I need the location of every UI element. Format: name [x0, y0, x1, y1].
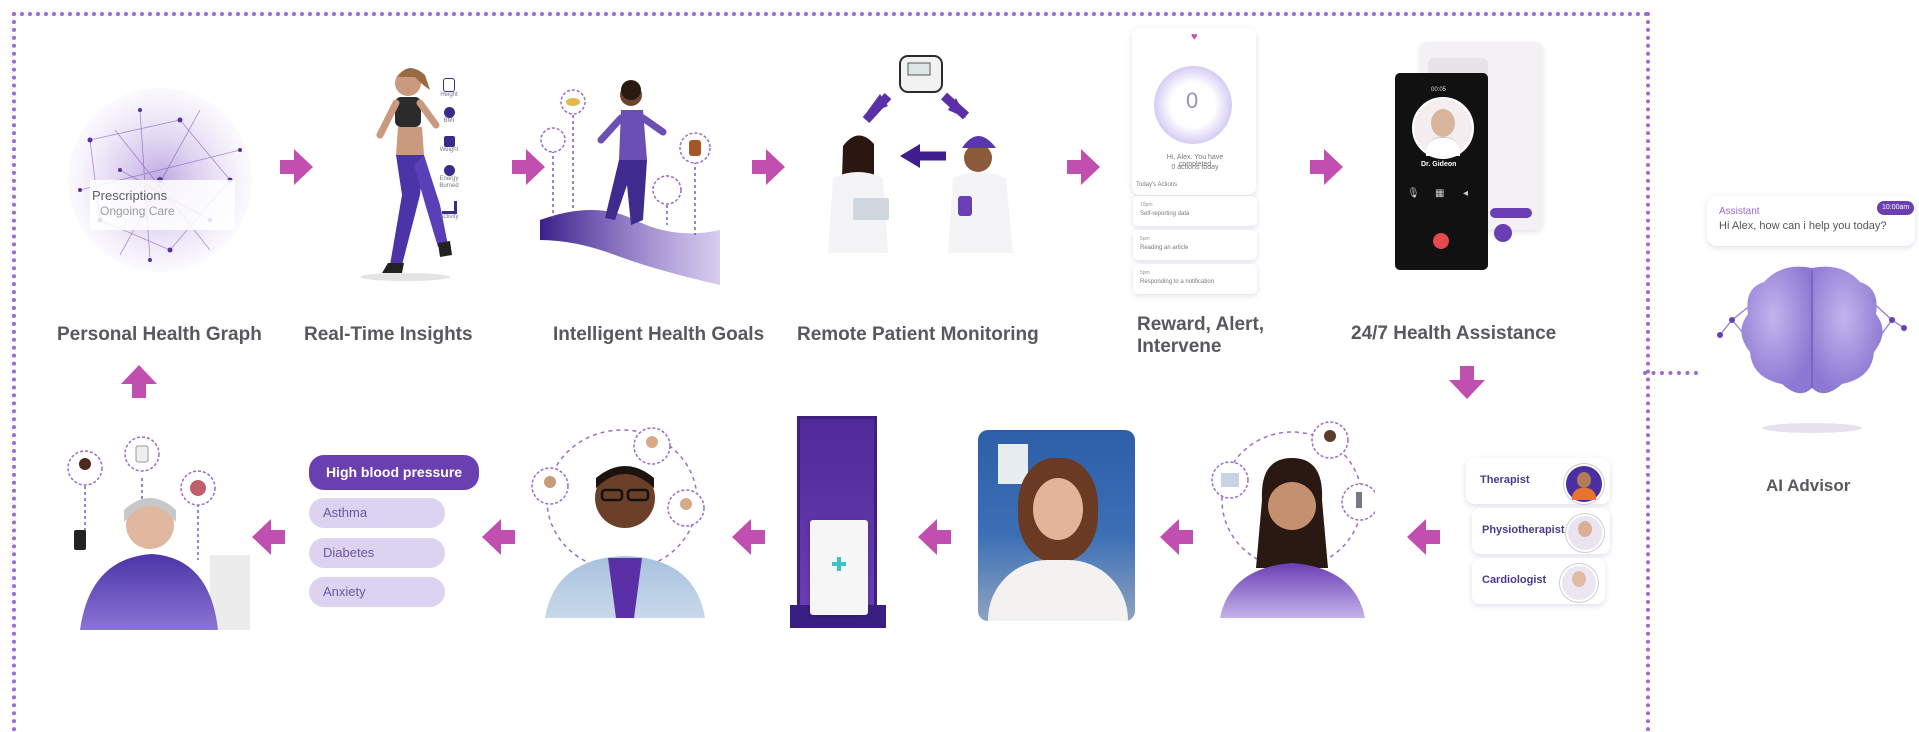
- specialist-name: Physiotherapist: [1482, 524, 1565, 536]
- chat-role: Assistant: [1719, 206, 1760, 217]
- flow-arrows: [121, 149, 1485, 555]
- arrow-right-icon: [1310, 149, 1343, 185]
- arrow-left-icon: [482, 519, 515, 555]
- condition-pill-selected[interactable]: High blood pressure: [309, 455, 479, 490]
- ai-advisor-label: AI Advisor: [1766, 476, 1851, 495]
- arrow-right-icon: [512, 149, 545, 185]
- care-network-woman: [1211, 421, 1375, 618]
- chat-message: Hi Alex, how can i help you today?: [1719, 220, 1887, 232]
- specialist-name: Cardiologist: [1482, 574, 1547, 586]
- arrow-left-icon: [918, 519, 951, 555]
- care-network-man: [531, 427, 705, 618]
- specialist-avatar: [1564, 464, 1604, 504]
- brain-icon: [1717, 266, 1907, 433]
- specialist-avatar: [1560, 564, 1598, 602]
- avatar-face: [1572, 571, 1586, 587]
- condition-pill[interactable]: Anxiety: [309, 577, 445, 607]
- condition-pill[interactable]: Asthma: [309, 498, 445, 528]
- specialist-card-cardiologist[interactable]: Cardiologist: [1472, 558, 1605, 604]
- arrow-left-icon: [732, 519, 765, 555]
- arrow-left-icon: [252, 519, 285, 555]
- avatar-face: [1577, 472, 1591, 488]
- arrow-left-icon: [1407, 519, 1440, 555]
- specialist-card-physiotherapist[interactable]: Physiotherapist: [1472, 508, 1610, 554]
- assistant-chat-bubble[interactable]: Assistant 10:00am Hi Alex, how can i hel…: [1707, 196, 1915, 246]
- arrow-up-icon: [121, 365, 157, 398]
- patient-portrait: [978, 430, 1135, 621]
- avatar-face: [1578, 521, 1592, 537]
- arrow-right-icon: [280, 149, 313, 185]
- cross-vertical: [837, 557, 841, 571]
- arrow-down-icon: [1449, 366, 1485, 399]
- specialist-card-therapist[interactable]: Therapist: [1466, 458, 1610, 504]
- portrait-shirt: [988, 560, 1128, 621]
- arrow-left-icon: [1160, 519, 1193, 555]
- specialist-name: Therapist: [1480, 474, 1530, 486]
- senior-patient-illustration: [67, 436, 250, 630]
- chat-time-badge: 10:00am: [1877, 201, 1915, 215]
- pharmacy-bag: [810, 520, 868, 615]
- portrait-face: [1033, 478, 1083, 540]
- arrow-right-icon: [752, 149, 785, 185]
- specialist-avatar: [1566, 514, 1604, 552]
- arrow-right-icon: [1067, 149, 1100, 185]
- avatar-shirt: [1572, 488, 1596, 500]
- condition-pill[interactable]: Diabetes: [309, 538, 445, 568]
